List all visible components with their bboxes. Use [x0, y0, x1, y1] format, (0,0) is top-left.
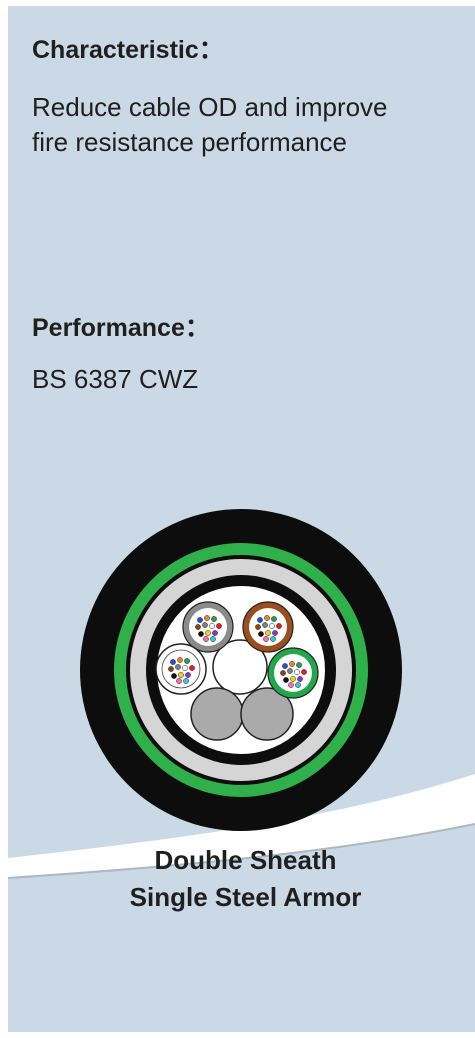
optical-fiber [212, 630, 218, 636]
filler-rod [190, 687, 244, 741]
optical-fiber [263, 636, 269, 642]
optical-fiber [209, 623, 215, 629]
optical-fiber [294, 669, 300, 675]
optical-fiber [168, 666, 174, 672]
optical-fiber [204, 615, 210, 621]
optical-fiber [258, 631, 264, 637]
optical-fiber [178, 672, 184, 678]
optical-fiber [183, 678, 189, 684]
optical-fiber [210, 636, 216, 642]
optical-fiber [287, 668, 293, 674]
optical-fiber [295, 682, 301, 688]
optical-fiber [170, 659, 176, 665]
product-name: Double Sheath Single Steel Armor [8, 842, 475, 916]
optical-fiber [257, 617, 263, 623]
product-name-line-1: Double Sheath [154, 845, 337, 875]
optical-fiber [184, 658, 190, 664]
optical-fiber [203, 636, 209, 642]
optical-fiber [290, 676, 296, 682]
optical-fiber [185, 672, 191, 678]
optical-fiber [271, 616, 277, 622]
optical-fiber [264, 615, 270, 621]
optical-fiber [189, 665, 195, 671]
loose-tube-grey [182, 601, 234, 653]
optical-fiber [176, 678, 182, 684]
optical-fiber [283, 677, 289, 683]
optical-fiber [182, 665, 188, 671]
optical-fiber [177, 657, 183, 663]
optical-fiber [216, 623, 222, 629]
optical-fiber [171, 673, 177, 679]
optical-fiber [202, 622, 208, 628]
optical-fiber [280, 670, 286, 676]
optical-fiber [175, 664, 181, 670]
optical-fiber [198, 631, 204, 637]
loose-tube-brown [242, 601, 294, 653]
optical-fiber [255, 624, 261, 630]
optical-fiber [211, 616, 217, 622]
optical-fiber [297, 676, 303, 682]
optical-fiber [282, 663, 288, 669]
optical-fiber [270, 636, 276, 642]
optical-fiber [296, 662, 302, 668]
product-name-line-2: Single Steel Armor [129, 882, 362, 912]
optical-fiber [265, 630, 271, 636]
optical-fiber [289, 661, 295, 667]
optical-fiber [276, 623, 282, 629]
loose-tube-green [267, 647, 319, 699]
optical-fiber [272, 630, 278, 636]
loose-tube-white [155, 643, 207, 695]
optical-fiber [205, 630, 211, 636]
optical-fiber [301, 669, 307, 675]
optical-fiber [197, 617, 203, 623]
optical-fiber [288, 682, 294, 688]
optical-fiber [195, 624, 201, 630]
optical-fiber [269, 623, 275, 629]
optical-fiber [262, 622, 268, 628]
product-card: Characteristic： Reduce cable OD and impr… [8, 6, 475, 1032]
